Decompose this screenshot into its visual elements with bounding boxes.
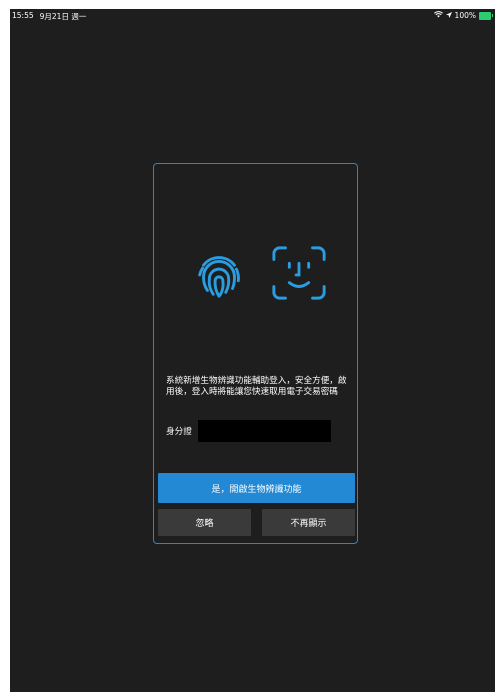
app-screen: 15:55 9月21日 週一 100% 系統新增生物辨識功能輔助登入，安全方便，…	[10, 9, 495, 692]
biometric-icons	[190, 244, 330, 304]
enable-biometric-button[interactable]: 是，開啟生物辨識功能	[158, 473, 355, 503]
status-left: 15:55 9月21日 週一	[12, 11, 86, 22]
battery-percent: 100%	[454, 11, 476, 20]
status-date: 9月21日 週一	[39, 12, 87, 21]
fingerprint-icon	[190, 244, 248, 302]
ignore-button[interactable]: 忽略	[158, 509, 251, 536]
status-bar: 15:55 9月21日 週一 100%	[10, 9, 495, 23]
location-arrow-icon	[445, 11, 452, 20]
wifi-icon	[433, 11, 443, 20]
biometric-description: 系統新增生物辨識功能輔助登入，安全方便，啟用後，登入時將能讓您快速取用電子交易密…	[166, 376, 347, 397]
battery-icon	[479, 11, 493, 20]
face-id-icon	[270, 244, 328, 302]
never-show-again-button[interactable]: 不再顯示	[262, 509, 355, 536]
id-number-input[interactable]	[198, 420, 331, 442]
status-right: 100%	[433, 11, 493, 20]
id-row: 身分證	[166, 420, 331, 442]
id-label: 身分證	[166, 427, 192, 437]
status-time: 15:55	[12, 11, 34, 20]
biometric-dialog: 系統新增生物辨識功能輔助登入，安全方便，啟用後，登入時將能讓您快速取用電子交易密…	[153, 163, 358, 544]
